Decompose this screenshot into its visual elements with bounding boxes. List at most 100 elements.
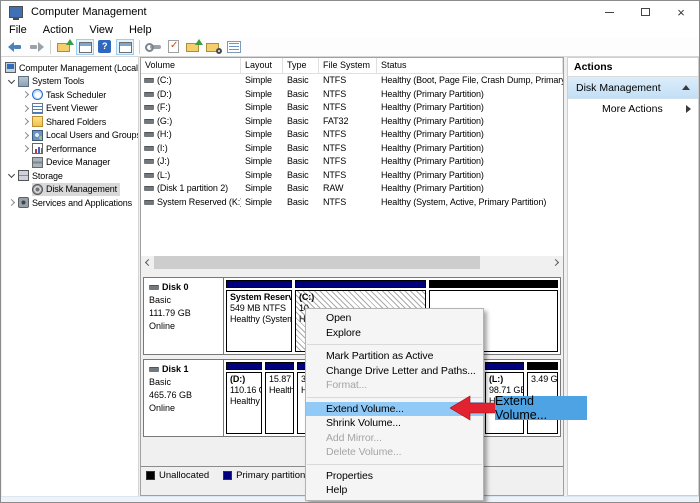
partition-primary[interactable]: System Reserve 549 MB NTFS Healthy (System… xyxy=(226,280,292,352)
context-menu-item-help[interactable]: Help xyxy=(306,483,483,498)
volume-cell: (D:) xyxy=(141,88,241,102)
layout-value: Simple xyxy=(245,196,272,207)
scrollbar-thumb[interactable] xyxy=(154,256,480,269)
actions-section-disk-management[interactable]: Disk Management xyxy=(568,77,698,99)
table-row[interactable]: (C:) Simple Basic NTFS Healthy (Boot, Page F… xyxy=(141,74,563,88)
show-action-pane-icon[interactable] xyxy=(116,39,134,55)
help-icon[interactable] xyxy=(96,39,114,55)
table-row[interactable]: (H:) Simple Basic NTFS Healthy (Primary Part… xyxy=(141,128,563,142)
back-icon[interactable] xyxy=(7,39,25,55)
app-icon xyxy=(9,6,23,20)
volume-value: (I:) xyxy=(157,142,168,153)
show-console-tree-icon[interactable] xyxy=(76,39,94,55)
more-actions-item[interactable]: More Actions xyxy=(568,99,698,119)
collapse-icon[interactable] xyxy=(682,85,690,90)
tree-expander[interactable] xyxy=(5,199,18,207)
disk-kind: Basic xyxy=(149,377,172,387)
partition-size: 15.87 ( xyxy=(269,374,294,384)
table-row[interactable]: (G:) Simple Basic FAT32 Healthy (Primary Par… xyxy=(141,115,563,129)
sidebar-item-system-tools[interactable]: System Tools xyxy=(2,75,138,89)
table-row[interactable]: (F:) Simple Basic NTFS Healthy (Primary Part… xyxy=(141,101,563,115)
list-details-icon[interactable] xyxy=(225,39,243,55)
disk-label-1[interactable]: Disk 1 Basic 465.76 GB Online xyxy=(144,360,224,436)
table-row[interactable]: (L:) Simple Basic NTFS Healthy (Primary Part… xyxy=(141,169,563,183)
sidebar-item-device-manager[interactable]: Device Manager xyxy=(2,156,138,170)
type-cell: Basic xyxy=(283,169,319,183)
disk-label-0[interactable]: Disk 0 Basic 111.79 GB Online xyxy=(144,278,224,354)
column-header-type[interactable]: Type xyxy=(283,58,319,73)
sidebar-item-local-users-and-groups[interactable]: Local Users and Groups xyxy=(2,129,138,143)
sidebar-item-task-scheduler[interactable]: Task Scheduler xyxy=(2,88,138,102)
tree-expander[interactable] xyxy=(5,171,18,179)
layout-value: Simple xyxy=(245,169,272,180)
sidebar-item-shared-folders[interactable]: Shared Folders xyxy=(2,115,138,129)
context-menu-item-explore[interactable]: Explore xyxy=(306,326,483,341)
menu-separator xyxy=(307,344,482,345)
partition-primary[interactable]: (D:)110.16 GHealthy xyxy=(226,362,262,434)
close-button[interactable]: × xyxy=(663,1,699,23)
menu-view[interactable]: View xyxy=(81,23,121,38)
sidebar-item-event-viewer[interactable]: Event Viewer xyxy=(2,102,138,116)
sidebar-item-services-and-applications[interactable]: Services and Applications xyxy=(2,196,138,210)
context-menu-item-mark-partition-as-active[interactable]: Mark Partition as Active xyxy=(306,349,483,364)
check-document-icon[interactable] xyxy=(165,39,183,55)
table-row[interactable]: (I:) Simple Basic NTFS Healthy (Primary Part… xyxy=(141,142,563,156)
folder-search-icon[interactable] xyxy=(205,39,223,55)
tree-expander[interactable] xyxy=(19,91,32,99)
layout-value: Simple xyxy=(245,115,272,126)
table-row[interactable]: (D:) Simple Basic NTFS Healthy (Primary Part… xyxy=(141,88,563,102)
context-menu-item-format: Format... xyxy=(326,379,368,391)
type-value: Basic xyxy=(287,156,309,166)
device-tool-icon[interactable] xyxy=(145,39,163,55)
fs-value: FAT32 xyxy=(323,115,349,126)
partition-primary[interactable]: 15.87 (Health xyxy=(265,362,294,434)
up-folder-icon[interactable] xyxy=(56,39,74,55)
partition-size: 110.16 G xyxy=(230,385,261,395)
fs-value: NTFS xyxy=(323,156,347,166)
disk-name: Disk 1 xyxy=(162,364,189,374)
sidebar-item-disk-management[interactable]: Disk Management xyxy=(2,182,138,197)
table-row[interactable]: (Disk 1 partition 2) Simple Basic RAW Health… xyxy=(141,182,563,196)
horizontal-scrollbar[interactable] xyxy=(141,256,563,269)
menu-help[interactable]: Help xyxy=(121,23,160,38)
tree-expander[interactable] xyxy=(19,118,32,126)
column-header-layout[interactable]: Layout xyxy=(241,58,283,73)
table-row[interactable]: (J:) Simple Basic NTFS Healthy (Primary Part… xyxy=(141,155,563,169)
tree-expander[interactable] xyxy=(5,76,18,84)
users-icon xyxy=(32,129,43,141)
scroll-left-button[interactable] xyxy=(141,256,154,269)
status-cell: Healthy (Primary Partition) xyxy=(377,115,563,129)
maximize-button[interactable] xyxy=(627,1,663,23)
tree-expander[interactable] xyxy=(19,131,32,139)
type-value: Basic xyxy=(287,115,309,126)
tree-expander[interactable] xyxy=(19,145,32,153)
scroll-right-button[interactable] xyxy=(550,256,563,269)
sidebar-item-performance[interactable]: Performance xyxy=(2,142,138,156)
folder-up-icon[interactable] xyxy=(185,39,203,55)
legend-item: Unallocated xyxy=(146,470,209,481)
column-header-file-system[interactable]: File System xyxy=(319,58,377,73)
context-menu-item-change-drive-letter-and-paths[interactable]: Change Drive Letter and Paths... xyxy=(306,364,483,379)
context-menu-item-open[interactable]: Open xyxy=(306,311,483,326)
volume-value: (L:) xyxy=(157,169,171,180)
minimize-button[interactable] xyxy=(591,1,627,23)
context-menu-item-properties[interactable]: Properties xyxy=(306,469,483,484)
column-header-volume[interactable]: Volume xyxy=(141,58,241,73)
disk-management-icon xyxy=(32,183,43,195)
volume-value: (Disk 1 partition 2) xyxy=(157,183,229,193)
volume-cell: (G:) xyxy=(141,115,241,129)
column-header-status[interactable]: Status xyxy=(377,58,563,73)
menu-file[interactable]: File xyxy=(1,23,35,38)
sidebar-item-computer-management-local[interactable]: Computer Management (Local xyxy=(2,61,138,75)
table-row[interactable]: System Reserved (K:) Simple Basic NTFS Healt… xyxy=(141,196,563,210)
menu-action[interactable]: Action xyxy=(35,23,82,38)
sidebar-item-storage[interactable]: Storage xyxy=(2,169,138,183)
forward-icon[interactable] xyxy=(27,39,45,55)
tree-expander[interactable] xyxy=(19,104,32,112)
volume-cell: (H:) xyxy=(141,128,241,142)
status-value: Healthy (Primary Partition) xyxy=(381,169,484,180)
legend-label: Unallocated xyxy=(159,470,210,481)
tree-item-label: Event Viewer xyxy=(46,103,98,114)
toolbar-separator xyxy=(139,40,140,54)
tree-item-label: Storage xyxy=(32,170,63,181)
